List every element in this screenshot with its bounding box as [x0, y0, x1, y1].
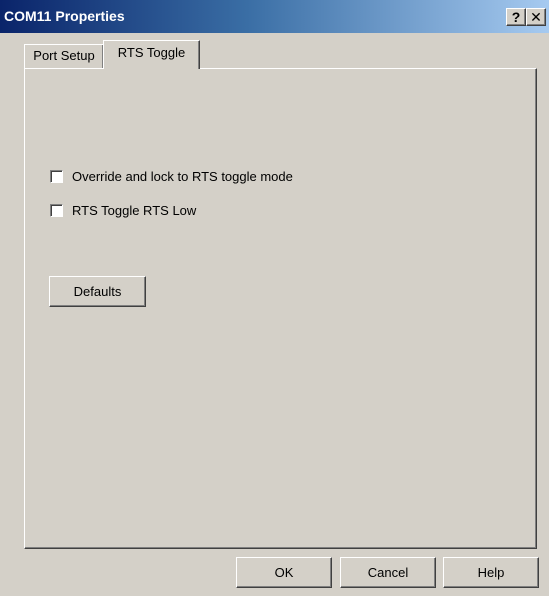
window-title: COM11 Properties [4, 8, 125, 24]
properties-dialog: COM11 Properties ? ✕ Port Setup RTS Togg… [0, 0, 549, 596]
override-lock-checkbox-row[interactable]: Override and lock to RTS toggle mode [50, 167, 293, 185]
help-button[interactable]: Help [443, 557, 539, 588]
override-lock-label: Override and lock to RTS toggle mode [72, 168, 293, 184]
rts-toggle-low-label: RTS Toggle RTS Low [72, 202, 197, 218]
title-bar[interactable]: COM11 Properties ? ✕ [0, 0, 549, 33]
ok-button[interactable]: OK [236, 557, 332, 588]
tab-panel-rts-toggle: Override and lock to RTS toggle mode RTS… [24, 68, 537, 549]
tab-rts-toggle[interactable]: RTS Toggle [103, 40, 200, 69]
defaults-button[interactable]: Defaults [49, 276, 146, 307]
tab-port-setup[interactable]: Port Setup [24, 44, 104, 68]
help-question-icon[interactable]: ? [506, 8, 526, 26]
override-lock-checkbox[interactable] [50, 169, 63, 183]
rts-toggle-low-checkbox-row[interactable]: RTS Toggle RTS Low [50, 201, 196, 219]
rts-toggle-low-checkbox[interactable] [50, 203, 63, 217]
cancel-button[interactable]: Cancel [340, 557, 436, 588]
close-icon[interactable]: ✕ [526, 8, 546, 26]
